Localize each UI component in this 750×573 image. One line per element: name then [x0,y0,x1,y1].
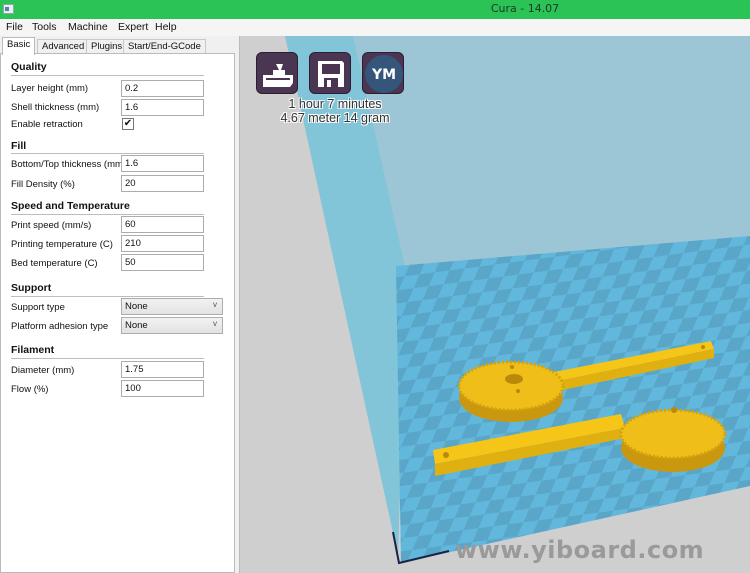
support-type-label: Support type [11,302,65,313]
section-divider [11,214,204,215]
menu-machine[interactable]: Machine [68,21,108,33]
section-title-support: Support [11,282,52,294]
print-material: 4.67 meter 14 gram [280,111,390,125]
watermark: www.yiboard.com [455,536,705,564]
diameter-input[interactable]: 1.75 [121,361,204,378]
tab-start-end-gcode[interactable]: Start/End-GCode [123,39,206,54]
print-speed-input[interactable]: 60 [121,216,204,233]
support-type-value: None [125,301,148,312]
save-gcode-button[interactable] [309,52,351,94]
section-divider [11,153,204,154]
platform-adhesion-select[interactable]: None v [121,317,223,334]
flow-input[interactable]: 100 [121,380,204,397]
enable-retraction-checkbox[interactable]: ✔ [122,118,134,130]
model-arm-1-hole [701,345,705,349]
bed-temperature-input[interactable]: 50 [121,254,204,271]
model-gear-2-top [619,408,727,460]
basic-settings-page: Quality Layer height (mm) 0.2 Shell thic… [0,53,235,573]
title-bar: Cura - 14.07 [0,0,750,19]
layer-height-label: Layer height (mm) [11,83,89,94]
fill-density-input[interactable]: 20 [121,175,204,192]
3d-viewport[interactable]: YM 1 hour 7 minutes 4.67 meter 14 gram w… [241,36,750,573]
diameter-label: Diameter (mm) [11,365,75,376]
model-gear-2-hole [671,407,677,413]
printing-temperature-input[interactable]: 210 [121,235,204,252]
shell-thickness-label: Shell thickness (mm) [11,102,100,113]
chevron-down-icon: v [213,319,217,328]
section-title-filament: Filament [11,344,55,356]
section-title-quality: Quality [11,61,47,73]
menu-tools[interactable]: Tools [32,21,57,33]
checkmark-icon: ✔ [123,118,133,129]
settings-panel: Basic Advanced Plugins Start/End-GCode Q… [0,36,240,573]
menu-file[interactable]: File [6,21,23,33]
chevron-down-icon: v [213,300,217,309]
layer-height-input[interactable]: 0.2 [121,80,204,97]
fill-density-label: Fill Density (%) [11,179,75,190]
section-divider [11,75,204,76]
youmagine-icon-label: YM [371,67,396,83]
platform-adhesion-label: Platform adhesion type [11,321,109,332]
menu-help[interactable]: Help [155,21,177,33]
tab-advanced[interactable]: Advanced [37,39,90,54]
section-title-speed-temperature: Speed and Temperature [11,200,130,212]
window-title: Cura - 14.07 [490,2,560,15]
enable-retraction-label: Enable retraction [11,119,83,130]
bottom-top-thickness-label: Bottom/Top thickness (mm) [11,159,127,170]
model-gear-1-pin [516,389,520,393]
youmagine-icon: YM [365,55,403,93]
youmagine-button[interactable]: YM [362,52,404,94]
support-type-select[interactable]: None v [121,298,223,315]
build-plate [396,236,750,563]
print-estimate: 1 hour 7 minutes 4.67 meter 14 gram [261,97,409,125]
section-title-fill: Fill [11,140,27,152]
settings-tabs: Basic Advanced Plugins Start/End-GCode [0,36,240,55]
tab-basic[interactable]: Basic [2,37,36,55]
model-arm-2-hole [443,452,449,458]
print-speed-label: Print speed (mm/s) [11,220,92,231]
save-gcode-icon [318,61,344,87]
menu-bar: File Tools Machine Expert Help [0,19,750,36]
model-gear-1-top [457,360,565,412]
model-gear-1-hole [505,374,523,384]
print-time: 1 hour 7 minutes [288,97,382,111]
load-model-button[interactable] [256,52,298,94]
bottom-top-thickness-input[interactable]: 1.6 [121,155,204,172]
bed-temperature-label: Bed temperature (C) [11,258,98,269]
platform-adhesion-value: None [125,320,148,331]
printing-temperature-label: Printing temperature (C) [11,239,113,250]
section-divider [11,358,204,359]
flow-label: Flow (%) [11,384,49,395]
shell-thickness-input[interactable]: 1.6 [121,99,204,116]
menu-expert[interactable]: Expert [118,21,148,33]
tab-plugins[interactable]: Plugins [86,39,128,54]
section-divider [11,296,204,297]
load-model-icon [263,64,293,87]
model-gear-1-pin [510,365,514,369]
